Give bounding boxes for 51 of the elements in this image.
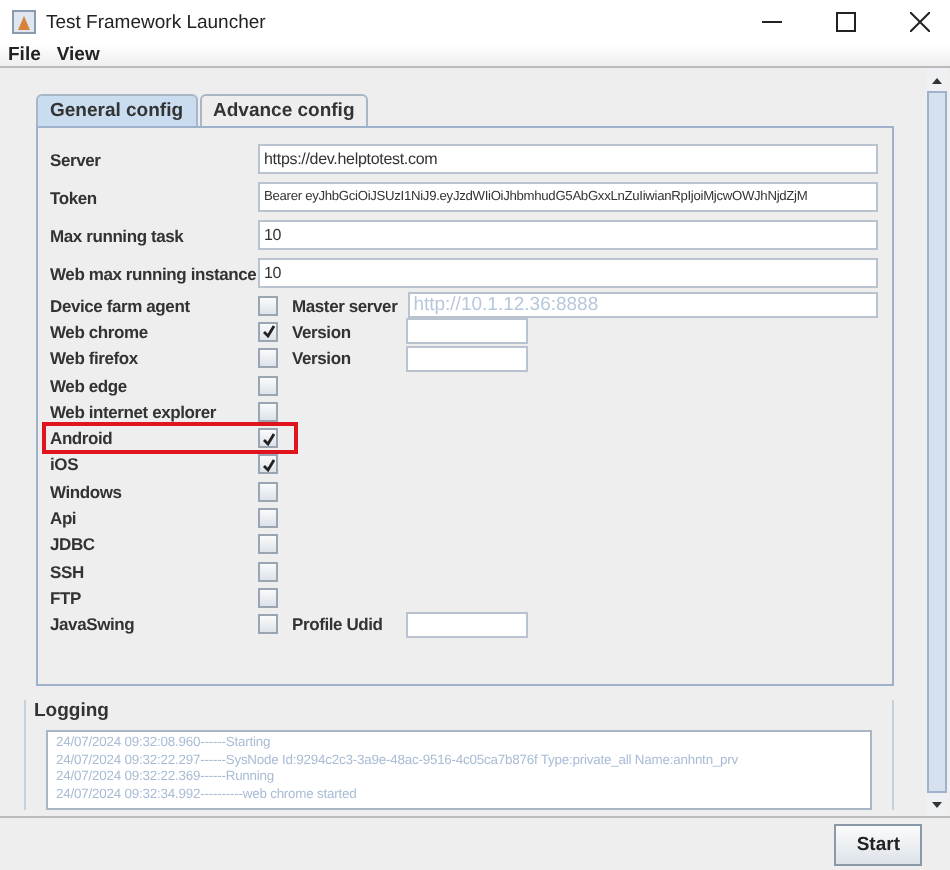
tab[interactable]: Advance config bbox=[199, 94, 369, 126]
menu-item[interactable]: View bbox=[56, 44, 100, 66]
checkbox-label: Android bbox=[50, 428, 115, 449]
checkbox[interactable] bbox=[258, 587, 278, 608]
field-label: Profile Udid bbox=[292, 614, 385, 635]
checkbox-label: iOS bbox=[50, 454, 81, 475]
menu-item[interactable]: File bbox=[8, 44, 41, 66]
field-label: Master server bbox=[292, 295, 398, 316]
checkbox-label: Web chrome bbox=[50, 321, 150, 342]
start-button[interactable]: Start bbox=[834, 823, 922, 865]
checkbox-label: Windows bbox=[50, 481, 124, 502]
checkbox-label: JavaSwing bbox=[50, 614, 137, 635]
checkbox-label: Api bbox=[50, 508, 79, 529]
app-icon bbox=[12, 10, 36, 34]
checkbox[interactable] bbox=[258, 561, 278, 582]
checkbox-label: Web firefox bbox=[50, 348, 140, 369]
checkbox-label: SSH bbox=[50, 561, 86, 582]
maximize-icon[interactable] bbox=[836, 12, 856, 32]
text-field[interactable] bbox=[406, 318, 528, 345]
checkbox[interactable] bbox=[258, 508, 278, 529]
checkbox[interactable] bbox=[258, 401, 278, 422]
text-field[interactable]: 10 bbox=[258, 258, 878, 288]
checkbox[interactable] bbox=[258, 454, 278, 475]
checkbox-label: Device farm agent bbox=[50, 295, 192, 316]
checkbox[interactable] bbox=[258, 295, 278, 316]
text-field[interactable] bbox=[406, 345, 528, 372]
text-field[interactable] bbox=[406, 611, 528, 638]
checkbox-label: Web edge bbox=[50, 375, 129, 396]
field-label: Web max running instance bbox=[50, 263, 258, 283]
field-label: Token bbox=[50, 187, 99, 207]
checkbox-label: Web internet explorer bbox=[50, 401, 219, 422]
field-label: Version bbox=[292, 348, 353, 369]
close-icon[interactable] bbox=[910, 12, 930, 32]
text-field[interactable]: https://dev.helptotest.com bbox=[258, 144, 878, 174]
log-area[interactable] bbox=[46, 730, 872, 810]
checkbox[interactable] bbox=[258, 375, 278, 396]
checkbox[interactable] bbox=[258, 348, 278, 369]
checkbox[interactable] bbox=[258, 321, 278, 342]
window-title: Test Framework Launcher bbox=[46, 11, 266, 33]
field-label: Version bbox=[292, 321, 353, 342]
checkbox[interactable] bbox=[258, 428, 278, 449]
tab[interactable]: General config bbox=[36, 94, 198, 126]
checkbox-label: JDBC bbox=[50, 534, 97, 555]
field-label: Server bbox=[50, 149, 103, 169]
checkbox-label: FTP bbox=[50, 587, 83, 608]
checkbox[interactable] bbox=[258, 534, 278, 555]
group-title: Logging bbox=[34, 700, 111, 722]
checkbox[interactable] bbox=[258, 481, 278, 502]
field-label: Max running task bbox=[50, 225, 186, 245]
checkbox[interactable] bbox=[258, 614, 278, 635]
text-field[interactable]: 10 bbox=[258, 220, 878, 250]
